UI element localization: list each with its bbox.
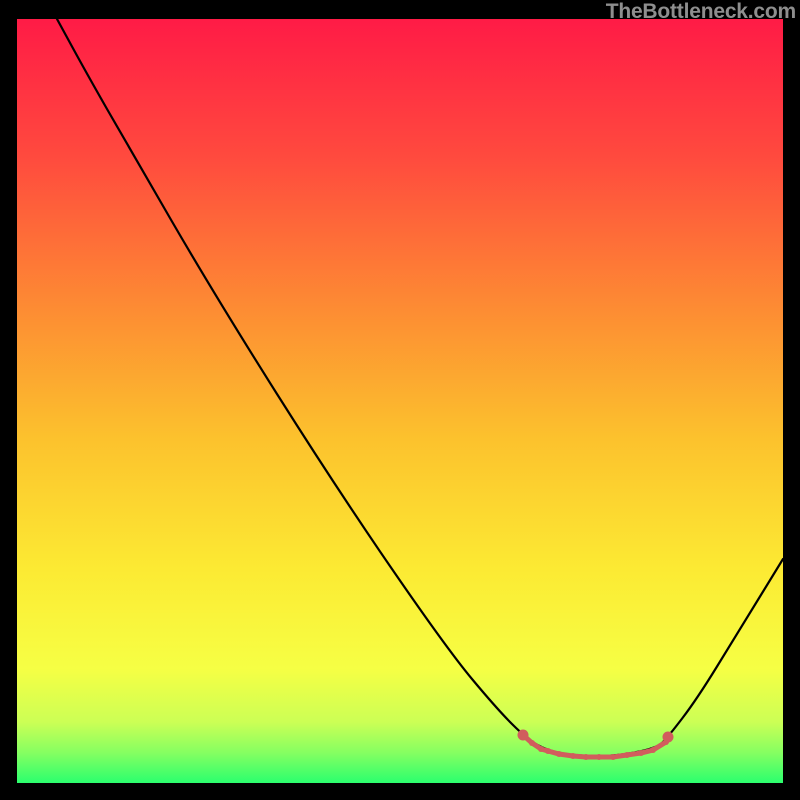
optimal-marker-dot bbox=[538, 746, 544, 752]
chart-frame bbox=[17, 19, 783, 783]
optimal-marker-dot bbox=[529, 740, 535, 746]
optimal-marker-dot bbox=[570, 753, 576, 759]
optimal-marker-dot bbox=[556, 751, 562, 757]
chart-svg bbox=[17, 19, 783, 783]
optimal-marker-dot bbox=[624, 752, 630, 758]
optimal-marker-dot bbox=[638, 750, 644, 756]
optimal-marker-dot bbox=[583, 754, 589, 760]
optimal-marker-dot bbox=[610, 754, 616, 760]
optimal-marker-dot bbox=[663, 739, 669, 745]
gradient-background bbox=[17, 19, 783, 783]
optimal-marker-dot bbox=[650, 747, 656, 753]
optimal-marker-dot bbox=[596, 754, 602, 760]
optimal-marker-dot bbox=[545, 748, 551, 754]
optimal-marker-dot bbox=[518, 730, 529, 741]
watermark-text: TheBottleneck.com bbox=[606, 0, 796, 24]
